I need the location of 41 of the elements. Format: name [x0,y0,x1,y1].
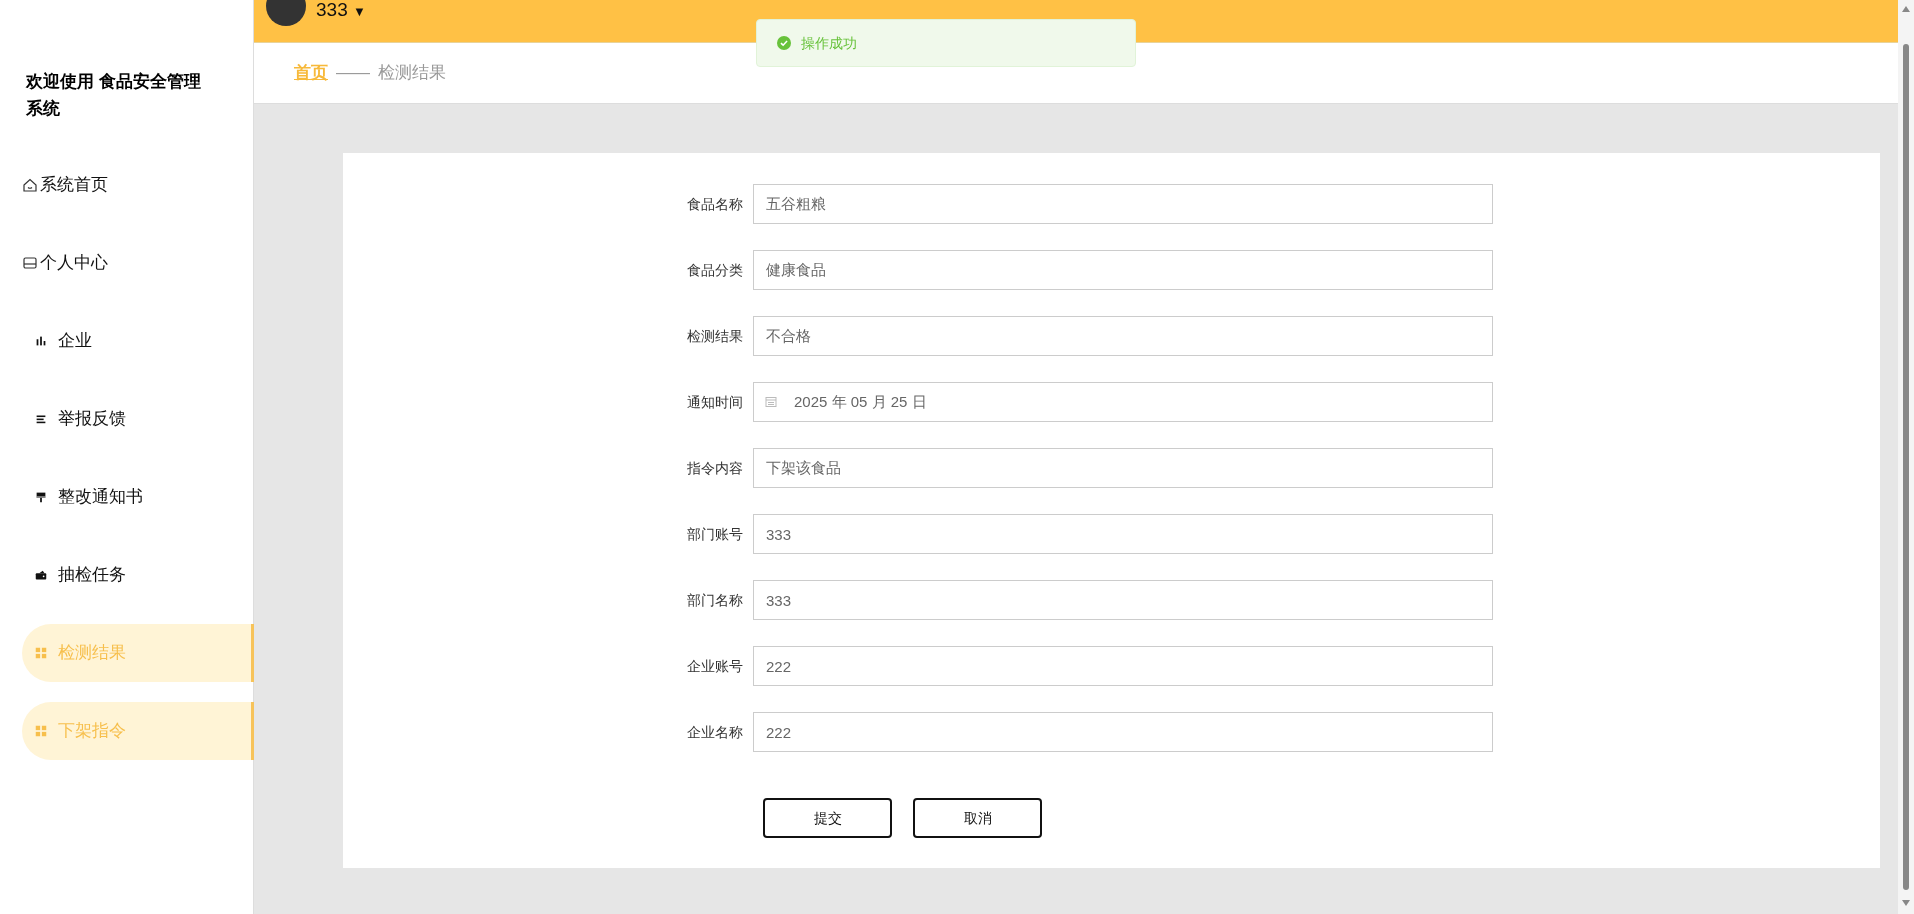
grid-icon [34,646,48,660]
cancel-button[interactable]: 取消 [913,798,1042,838]
card-icon [22,255,38,271]
field-label: 检测结果 [686,326,743,346]
input-field[interactable]: 不合格 [753,316,1493,356]
input-field[interactable]: 下架该食品 [753,448,1493,488]
field-label: 企业账号 [686,656,743,676]
field-label: 企业名称 [686,722,743,742]
breadcrumb-separator: —— [336,62,370,85]
field-label: 部门账号 [686,524,743,544]
sidebar-title: 欢迎使用 食品安全管理系统 [26,71,202,120]
breadcrumb-current: 检测结果 [378,62,446,85]
sidebar-item[interactable]: 抽检任务 [22,546,254,604]
caret-icon: ▼ [353,4,366,19]
check-circle-icon [777,36,791,50]
input-field[interactable]: 五谷粗粮 [753,184,1493,224]
field-label: 通知时间 [686,392,743,412]
input-field[interactable]: 333 [753,514,1493,554]
sidebar-item[interactable]: 整改通知书 [22,468,254,526]
input-field[interactable]: 健康食品 [753,250,1493,290]
sidebar-item[interactable]: 个人中心 [22,234,254,292]
input-field[interactable]: 333 [753,580,1493,620]
user-menu[interactable]: 333 ▼ [316,0,366,22]
wallet-icon [34,568,48,582]
sidebar-item[interactable]: 举报反馈 [22,390,254,448]
toast-message: 操作成功 [801,33,857,53]
grid-icon [34,724,48,738]
field-label: 食品名称 [686,194,743,214]
calendar-icon [765,396,777,408]
field-label: 部门名称 [686,590,743,610]
bar-chart-icon [34,334,48,348]
brush-icon [34,490,48,504]
date-field[interactable]: 2025 年 05 月 25 日 [753,382,1493,422]
field-label: 指令内容 [686,458,743,478]
field-label: 食品分类 [686,260,743,280]
input-field[interactable]: 222 [753,712,1493,752]
sidebar-item[interactable]: 企业 [22,312,254,370]
house-icon [22,177,38,193]
input-field[interactable]: 222 [753,646,1493,686]
sidebar-item[interactable]: 系统首页 [22,156,254,214]
submit-button[interactable]: 提交 [763,798,892,838]
